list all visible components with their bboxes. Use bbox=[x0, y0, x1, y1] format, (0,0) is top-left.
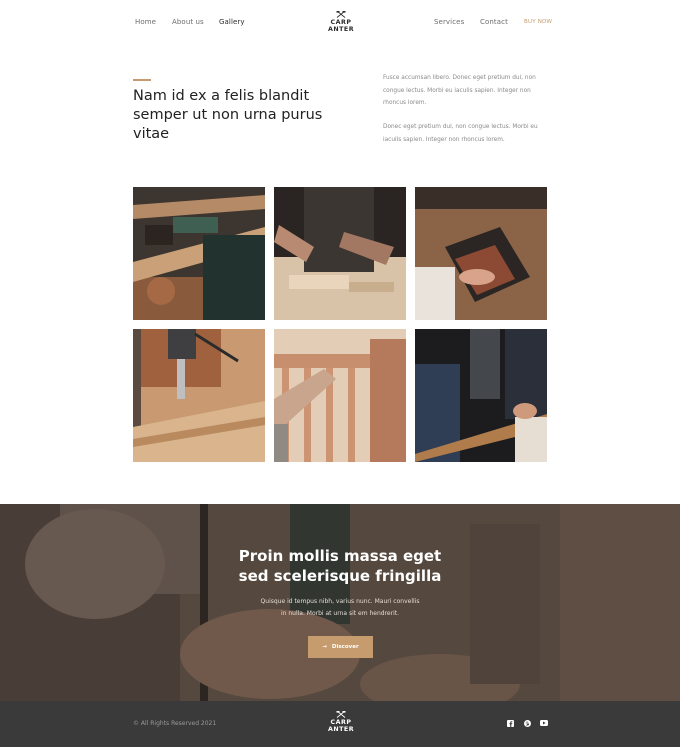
top-navigation: Home About us Gallery CARP ANTER Service… bbox=[0, 0, 680, 46]
gallery-image-chiseling[interactable] bbox=[274, 187, 406, 320]
discover-button-label: Discover bbox=[331, 644, 359, 650]
title-accent-line bbox=[133, 79, 151, 81]
nav-link-about[interactable]: About us bbox=[172, 18, 204, 26]
logo-text-line2: ANTER bbox=[327, 26, 355, 33]
brand-logo[interactable]: CARP ANTER bbox=[327, 11, 355, 33]
hero-banner: Proin mollis massa eget sed scelerisque … bbox=[0, 504, 680, 701]
footer-logo-line2: ANTER bbox=[327, 726, 355, 733]
gallery-image-wood-cutting[interactable] bbox=[133, 187, 265, 320]
logo-text-line1: CARP bbox=[330, 19, 352, 26]
intro-paragraph-1: Fusce accumsan libero. Donec eget pretiu… bbox=[383, 75, 536, 106]
nav-link-home[interactable]: Home bbox=[135, 18, 156, 26]
hammers-icon bbox=[336, 711, 346, 718]
intro-paragraph-2: Donec eget pretium dui, non congue lectu… bbox=[383, 124, 538, 143]
gallery-image-sanding[interactable] bbox=[415, 187, 547, 320]
nav-link-services[interactable]: Services bbox=[434, 18, 464, 26]
copyright-text: © All Rights Reserved 2021 bbox=[133, 720, 217, 727]
hammers-icon bbox=[336, 11, 346, 18]
discover-button[interactable]: → Discover bbox=[308, 636, 373, 658]
site-footer: © All Rights Reserved 2021 CARP ANTER bbox=[0, 701, 680, 747]
pinterest-icon[interactable] bbox=[523, 719, 531, 727]
footer-logo[interactable]: CARP ANTER bbox=[327, 711, 355, 733]
intro-heading: Nam id ex a felis blandit semper ut non … bbox=[133, 88, 323, 142]
buy-now-link[interactable]: BUY NOW bbox=[524, 19, 552, 25]
gallery-image-railing[interactable] bbox=[274, 329, 406, 462]
footer-logo-line1: CARP bbox=[330, 719, 352, 726]
youtube-icon[interactable] bbox=[540, 719, 548, 727]
gallery-image-drill-press[interactable] bbox=[133, 329, 265, 462]
hero-heading: Proin mollis massa eget sed scelerisque … bbox=[238, 547, 442, 585]
hero-subtitle: Quisque id tempus nibh, varius nunc. Mau… bbox=[260, 598, 420, 617]
arrow-right-icon: → bbox=[322, 644, 327, 650]
facebook-icon[interactable] bbox=[506, 719, 514, 727]
nav-link-contact[interactable]: Contact bbox=[480, 18, 508, 26]
gallery-image-drilling[interactable] bbox=[415, 329, 547, 462]
nav-link-gallery[interactable]: Gallery bbox=[219, 18, 245, 26]
